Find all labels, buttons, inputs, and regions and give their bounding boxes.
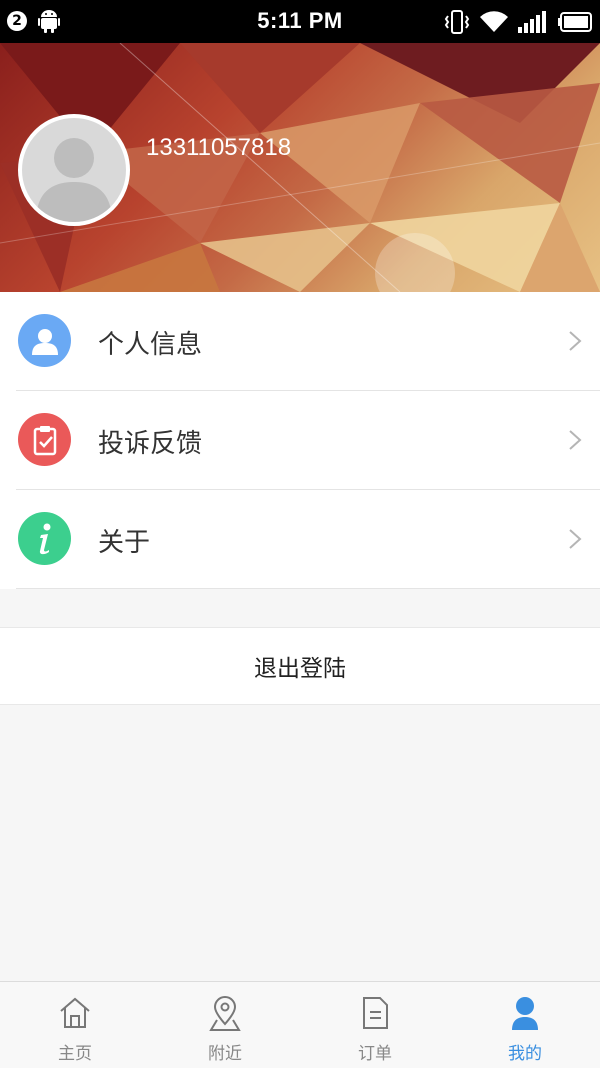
- menu-item-personal-info[interactable]: 个人信息: [16, 292, 600, 391]
- info-icon: [18, 512, 71, 565]
- tab-home[interactable]: 主页: [0, 982, 150, 1068]
- user-phone: 13311057818: [146, 134, 292, 161]
- status-bar: 2 5:11 PM: [0, 0, 600, 43]
- wifi-icon: [480, 11, 508, 33]
- chevron-right-icon: [569, 430, 582, 450]
- profile-header: 13311057818: [0, 43, 600, 292]
- default-avatar-icon: [36, 138, 112, 222]
- chevron-right-icon: [569, 529, 582, 549]
- tab-label: 订单: [358, 1044, 392, 1064]
- clipboard-check-icon: [18, 413, 71, 466]
- menu-item-label: 个人信息: [98, 330, 203, 360]
- menu-item-about[interactable]: 关于: [16, 490, 600, 589]
- signal-icon: [518, 11, 546, 33]
- tab-label: 主页: [58, 1044, 92, 1064]
- chevron-right-icon: [569, 331, 582, 351]
- tab-nearby[interactable]: 附近: [150, 982, 300, 1068]
- tab-label: 我的: [508, 1044, 542, 1064]
- tab-mine[interactable]: 我的: [450, 982, 600, 1068]
- menu-list: 个人信息 投诉反馈 关于: [0, 292, 600, 589]
- logout-button[interactable]: 退出登陆: [0, 627, 600, 705]
- map-pin-icon: [209, 996, 241, 1031]
- tab-orders[interactable]: 订单: [300, 982, 450, 1068]
- menu-item-label: 投诉反馈: [98, 429, 203, 459]
- menu-item-label: 关于: [98, 528, 151, 558]
- menu-item-feedback[interactable]: 投诉反馈: [16, 391, 600, 490]
- user-icon: [18, 314, 71, 367]
- bottom-tab-bar: 主页 附近 订单 我的: [0, 981, 600, 1068]
- person-icon: [512, 997, 538, 1030]
- document-icon: [363, 997, 388, 1029]
- vibrate-icon: [444, 10, 470, 34]
- battery-icon: [558, 12, 592, 32]
- home-icon: [60, 997, 90, 1028]
- avatar[interactable]: [18, 114, 130, 226]
- tab-label: 附近: [208, 1044, 242, 1064]
